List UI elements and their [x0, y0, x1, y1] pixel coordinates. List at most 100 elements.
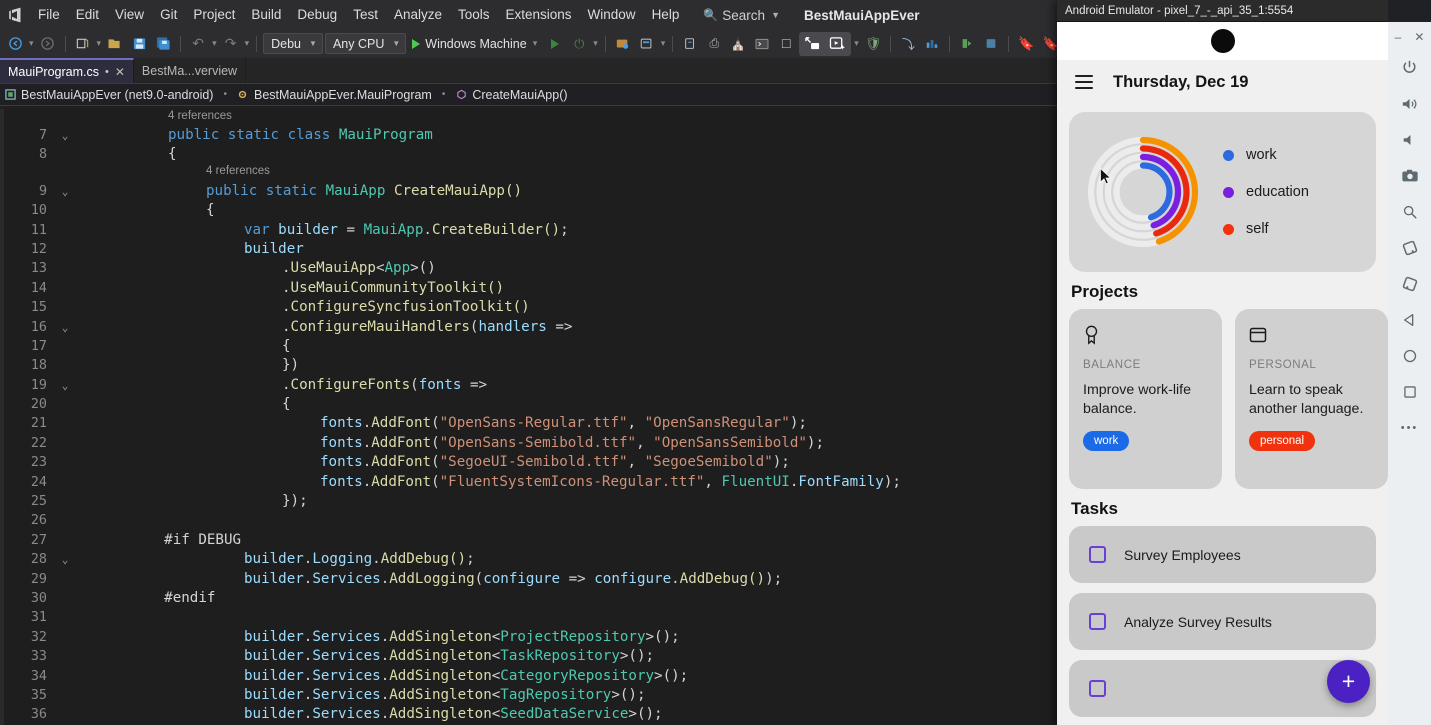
code-line[interactable]: 19⌄.ConfigureFonts(fonts => [0, 376, 1057, 395]
menu-analyze[interactable]: Analyze [386, 4, 450, 26]
task-checkbox[interactable] [1089, 613, 1106, 630]
hamburger-menu-icon[interactable] [1075, 75, 1093, 89]
menu-extensions[interactable]: Extensions [498, 4, 580, 26]
more-options-icon[interactable]: ••• [1393, 411, 1427, 444]
terminal-icon[interactable] [751, 33, 773, 55]
xaml-live-tree-icon[interactable] [636, 33, 658, 55]
code-line[interactable]: 31 [0, 608, 1057, 627]
layout-restore-icon[interactable] [801, 33, 824, 55]
code-line[interactable]: 11var builder = MauiApp.CreateBuilder(); [0, 221, 1057, 240]
menu-project[interactable]: Project [185, 4, 243, 26]
code-lens-references[interactable]: 4 references [0, 109, 1057, 126]
start-debug-session-icon[interactable] [956, 33, 978, 55]
close-tab-icon[interactable]: ✕ [115, 65, 125, 79]
back-dropdown-icon[interactable]: ▾ [28, 38, 35, 49]
hot-reload-dropdown-icon[interactable]: ▾ [592, 38, 599, 49]
code-line[interactable]: 25}); [0, 492, 1057, 511]
code-line[interactable]: 33builder.Services.AddSingleton<TaskRepo… [0, 647, 1057, 666]
performance-profiler-icon[interactable] [921, 33, 943, 55]
zoom-icon[interactable] [1393, 195, 1427, 228]
save-icon[interactable] [128, 33, 150, 55]
code-editor[interactable]: 4 references7⌄public static class MauiPr… [0, 109, 1057, 725]
home-nav-icon[interactable] [1393, 339, 1427, 372]
code-line[interactable]: 35builder.Services.AddSingleton<TagRepos… [0, 686, 1057, 705]
menu-test[interactable]: Test [345, 4, 386, 26]
xaml-dropdown-icon[interactable]: ▾ [660, 38, 667, 49]
tab-mauiprogram-cs[interactable]: MauiProgram.cs • ✕ [0, 58, 134, 83]
code-line[interactable]: 16⌄.ConfigureMauiHandlers(handlers => [0, 318, 1057, 337]
shield-icon[interactable]: 🛡 [862, 33, 885, 55]
menu-tools[interactable]: Tools [450, 4, 498, 26]
code-lens-references[interactable]: 4 references [0, 165, 1057, 182]
code-line[interactable]: 10{ [0, 201, 1057, 220]
build-configuration-selector[interactable]: Debu ▼ [263, 33, 323, 54]
live-preview-icon[interactable] [612, 33, 634, 55]
attach-process-icon[interactable] [679, 33, 701, 55]
save-all-icon[interactable] [152, 33, 174, 55]
minimize-emulator-button[interactable]: – [1395, 30, 1402, 44]
navigate-forward-icon[interactable] [37, 33, 59, 55]
task-checkbox[interactable] [1089, 546, 1106, 563]
redo-icon[interactable]: ↷ [220, 33, 242, 55]
menu-edit[interactable]: Edit [68, 4, 107, 26]
navigate-back-icon[interactable] [4, 33, 26, 55]
code-line[interactable]: 13.UseMauiApp<App>() [0, 259, 1057, 278]
fold-toggle-icon[interactable]: ⌄ [56, 318, 74, 337]
project-card[interactable]: PERSONAL Learn to speak another language… [1235, 309, 1388, 489]
step-into-icon[interactable]: ⤵ [897, 33, 919, 55]
run-target-dropdown-icon[interactable]: ▾ [532, 38, 539, 49]
menu-debug[interactable]: Debug [289, 4, 345, 26]
menu-git[interactable]: Git [152, 4, 185, 26]
browser-preview-icon[interactable]: ⎙ [703, 33, 725, 55]
code-line[interactable]: 34builder.Services.AddSingleton<Category… [0, 667, 1057, 686]
new-project-icon[interactable] [72, 33, 94, 55]
code-line[interactable]: 28⌄builder.Logging.AddDebug(); [0, 550, 1057, 569]
code-line[interactable]: 26 [0, 511, 1057, 530]
back-nav-icon[interactable] [1393, 303, 1427, 336]
task-checkbox[interactable] [1089, 680, 1106, 697]
fold-toggle-icon[interactable]: ⌄ [56, 550, 74, 569]
code-line[interactable]: 12builder [0, 240, 1057, 259]
code-line[interactable]: 36builder.Services.AddSingleton<SeedData… [0, 705, 1057, 724]
code-line[interactable]: 32builder.Services.AddSingleton<ProjectR… [0, 628, 1057, 647]
code-line[interactable]: 21fonts.AddFont("OpenSans-Regular.ttf", … [0, 414, 1057, 433]
tab-bestmaui-overview[interactable]: BestMa...verview [134, 58, 246, 83]
start-without-debugging-icon[interactable] [544, 33, 566, 55]
code-line[interactable]: 30 #endif [0, 589, 1057, 608]
menu-window[interactable]: Window [580, 4, 644, 26]
code-line[interactable]: 7⌄public static class MauiProgram [0, 126, 1057, 145]
run-with-spark-icon[interactable] [826, 33, 849, 55]
volume-down-icon[interactable] [1393, 123, 1427, 156]
undo-icon[interactable]: ↶ [187, 33, 209, 55]
screenshot-camera-icon[interactable] [1393, 159, 1427, 192]
stop-debug-icon[interactable] [980, 33, 1002, 55]
open-file-icon[interactable] [104, 33, 126, 55]
breadcrumb-type[interactable]: BestMauiAppEver.MauiProgram [237, 88, 432, 102]
rotate-left-icon[interactable] [1393, 231, 1427, 264]
hot-reload-icon[interactable]: ⏻ [568, 33, 590, 55]
fold-toggle-icon[interactable]: ⌄ [56, 126, 74, 145]
start-debug-button[interactable]: Windows Machine ▾ [408, 33, 542, 55]
code-line[interactable]: 29builder.Services.AddLogging(configure … [0, 570, 1057, 589]
menu-help[interactable]: Help [644, 4, 688, 26]
task-row[interactable]: Analyze Survey Results [1069, 593, 1376, 650]
breadcrumb-member[interactable]: CreateMauiApp() [455, 88, 567, 102]
device-icon[interactable]: ☐ [775, 33, 797, 55]
code-line[interactable]: 27 #if DEBUG [0, 531, 1057, 550]
emulator-screen[interactable]: Thursday, Dec 19 work education [1057, 22, 1388, 725]
bookmark-icon[interactable]: 🔖 [1015, 33, 1037, 55]
volume-up-icon[interactable] [1393, 87, 1427, 120]
project-tag-chip[interactable]: work [1083, 431, 1129, 451]
redo-dropdown-icon[interactable]: ▾ [244, 38, 251, 49]
close-emulator-button[interactable]: ✕ [1414, 30, 1424, 44]
power-icon[interactable] [1393, 51, 1427, 84]
search-box[interactable]: 🔍 Search ▼ [703, 8, 780, 23]
project-card[interactable]: BALANCE Improve work-life balance. work [1069, 309, 1222, 489]
code-line[interactable]: 24fonts.AddFont("FluentSystemIcons-Regul… [0, 473, 1057, 492]
build-platform-selector[interactable]: Any CPU ▼ [325, 33, 406, 54]
new-project-dropdown-icon[interactable]: ▾ [96, 38, 103, 49]
fold-toggle-icon[interactable]: ⌄ [56, 376, 74, 395]
task-row[interactable]: Survey Employees [1069, 526, 1376, 583]
code-line[interactable]: 22fonts.AddFont("OpenSans-Semibold.ttf",… [0, 434, 1057, 453]
add-task-fab-button[interactable]: + [1327, 660, 1370, 703]
